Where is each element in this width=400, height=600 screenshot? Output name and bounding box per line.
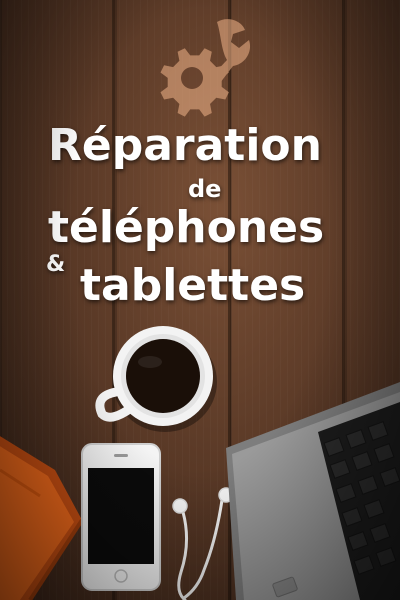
desk-scene — [0, 326, 400, 600]
coffee-cup — [95, 326, 217, 432]
earphones — [172, 487, 234, 600]
smartphone — [81, 443, 161, 591]
orange-notebook — [0, 436, 84, 600]
poster: Réparation de téléphones & tablettes — [0, 0, 400, 600]
laptop — [226, 382, 400, 600]
